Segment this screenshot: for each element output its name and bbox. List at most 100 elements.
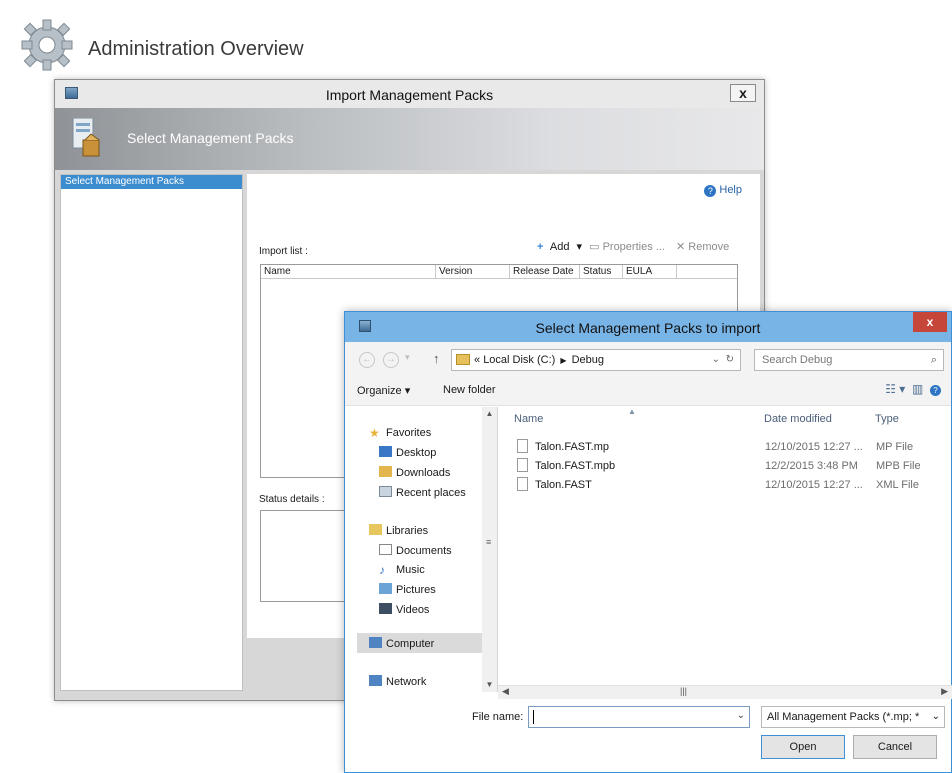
forward-icon[interactable]: → — [383, 352, 399, 368]
dialog-close-button[interactable]: x — [913, 312, 947, 332]
file-icon — [517, 477, 528, 491]
pictures-icon — [379, 583, 392, 594]
scroll-left-icon[interactable]: ◀ — [502, 686, 509, 697]
tree-scrollbar[interactable]: ▲ ≡ ▼ — [482, 407, 497, 692]
scroll-right-icon[interactable]: ▶ — [941, 686, 948, 697]
breadcrumb-overflow[interactable]: « — [474, 354, 480, 366]
back-icon[interactable]: ← — [359, 352, 375, 368]
command-bar: Organize ▾ New folder ☷ ▾ ▥ ? — [345, 376, 951, 406]
navigation-tree: ★ Favorites Desktop Downloads Recent plac… — [345, 407, 498, 692]
tree-item-desktop[interactable]: Desktop — [379, 446, 436, 459]
address-bar[interactable]: « Local Disk (C:) ▶ Debug ⌄ ↻ — [451, 349, 741, 371]
up-arrow-icon[interactable]: ↑ — [433, 351, 440, 366]
breadcrumb-local-disk[interactable]: Local Disk (C:) — [483, 354, 555, 366]
window-title: Import Management Packs — [325, 87, 494, 103]
file-date: 12/10/2015 12:27 ... — [765, 479, 863, 491]
column-header-name[interactable]: Name — [514, 413, 543, 425]
file-date: 12/2/2015 3:48 PM — [765, 460, 858, 472]
file-type-filter-select[interactable]: All Management Packs (*.mp; * ⌄ — [761, 706, 945, 728]
banner-title: Select Management Packs — [127, 130, 294, 146]
wizard-nav-pane: Select Management Packs — [60, 174, 243, 691]
wizard-banner: Select Management Packs — [55, 108, 764, 170]
plus-icon: + — [537, 241, 544, 253]
management-pack-icon — [72, 118, 100, 157]
star-icon: ★ — [369, 426, 380, 440]
add-button[interactable]: + Add ▾ — [537, 241, 582, 253]
dialog-titlebar[interactable]: Select Management Packs to import x — [345, 312, 951, 342]
import-toolbar: + Add ▾ ▭ Properties ... ✕ Remove — [537, 240, 737, 253]
column-header-name[interactable]: Name — [261, 265, 436, 278]
file-icon — [517, 458, 528, 472]
column-header-type[interactable]: Type — [875, 413, 899, 425]
chevron-down-icon[interactable]: ⌄ — [737, 710, 745, 721]
file-icon — [517, 439, 528, 453]
file-row[interactable]: Talon.FAST.mpb 12/2/2015 3:48 PM MPB Fil… — [515, 458, 945, 476]
organize-button[interactable]: Organize ▾ — [357, 384, 410, 397]
tree-item-music[interactable]: ♪ Music — [379, 564, 425, 576]
address-row: ← → ▾ ↑ « Local Disk (C:) ▶ Debug ⌄ ↻ Se… — [345, 342, 951, 376]
folder-icon — [456, 354, 470, 365]
file-row[interactable]: Talon.FAST 12/10/2015 12:27 ... XML File — [515, 477, 945, 495]
tree-item-downloads[interactable]: Downloads — [379, 466, 450, 479]
scroll-down-icon[interactable]: ▼ — [482, 678, 497, 692]
file-open-dialog: Select Management Packs to import x ← → … — [344, 311, 952, 773]
page-title: Administration Overview — [88, 38, 304, 60]
status-details-label: Status details : — [259, 494, 325, 505]
file-type: XML File — [876, 479, 919, 491]
open-button[interactable]: Open — [761, 735, 845, 759]
sort-ascending-icon: ▲ — [628, 407, 636, 416]
column-header-version[interactable]: Version — [436, 265, 510, 278]
tree-item-libraries[interactable]: Libraries — [369, 524, 428, 537]
recent-locations-chevron-icon[interactable]: ▾ — [405, 352, 410, 363]
videos-icon — [379, 603, 392, 614]
file-type: MP File — [876, 441, 914, 453]
file-list-header: Name ▲ Date modified Type — [502, 407, 952, 431]
search-icon: ⌕ — [930, 354, 937, 366]
help-link[interactable]: ? Help — [704, 184, 742, 197]
libraries-icon — [369, 524, 382, 535]
tree-item-computer[interactable]: Computer — [369, 637, 434, 650]
tree-item-favorites[interactable]: ★ Favorites — [369, 427, 431, 439]
cancel-button[interactable]: Cancel — [853, 735, 937, 759]
file-name-label: File name: — [472, 711, 524, 723]
tree-item-pictures[interactable]: Pictures — [379, 583, 436, 596]
horizontal-scrollbar[interactable]: ◀ ||| ▶ — [498, 685, 952, 699]
scroll-grip-icon[interactable]: ||| — [680, 686, 687, 696]
column-header-eula[interactable]: EULA — [623, 265, 677, 278]
column-header-status[interactable]: Status — [580, 265, 623, 278]
tree-item-network[interactable]: Network — [369, 675, 426, 688]
file-row[interactable]: Talon.FAST.mp 12/10/2015 12:27 ... MP Fi… — [515, 439, 945, 457]
help-label: Help — [719, 184, 742, 196]
downloads-icon — [379, 466, 392, 477]
desktop-icon — [379, 446, 392, 457]
tree-item-recent-places[interactable]: Recent places — [379, 486, 466, 499]
file-name: Talon.FAST — [535, 479, 592, 491]
file-type: MPB File — [876, 460, 921, 472]
network-icon — [369, 675, 382, 686]
new-folder-button[interactable]: New folder — [443, 384, 496, 396]
breadcrumb-debug[interactable]: Debug — [572, 354, 604, 366]
remove-button[interactable]: ✕ Remove — [676, 241, 733, 253]
refresh-icon[interactable]: ⌄ ↻ — [712, 350, 734, 370]
properties-button[interactable]: ▭ Properties ... — [589, 241, 669, 253]
chevron-down-icon[interactable]: ⌄ — [931, 707, 940, 727]
window-titlebar[interactable]: Import Management Packs x — [55, 80, 764, 108]
view-options-icon[interactable]: ☷ ▾ ▥ ? — [885, 382, 941, 396]
help-icon[interactable]: ? — [930, 385, 941, 396]
column-header-date-modified[interactable]: Date modified — [764, 413, 832, 425]
tree-item-videos[interactable]: Videos — [379, 603, 429, 616]
column-header-release-date[interactable]: Release Date — [510, 265, 580, 278]
file-name-input[interactable]: ⌄ — [528, 706, 750, 728]
search-input[interactable]: Search Debug ⌕ — [754, 349, 944, 371]
file-name: Talon.FAST.mp — [535, 441, 609, 453]
scroll-up-icon[interactable]: ▲ — [482, 407, 497, 421]
nav-item-select-management-packs[interactable]: Select Management Packs — [61, 175, 242, 189]
music-icon: ♪ — [379, 563, 385, 577]
file-name: Talon.FAST.mpb — [535, 460, 616, 472]
text-caret — [533, 710, 534, 724]
scroll-grip-icon[interactable]: ≡ — [486, 537, 491, 547]
tree-item-documents[interactable]: Documents — [379, 544, 452, 557]
file-date: 12/10/2015 12:27 ... — [765, 441, 863, 453]
gear-icon — [21, 19, 73, 71]
close-button[interactable]: x — [730, 84, 756, 102]
